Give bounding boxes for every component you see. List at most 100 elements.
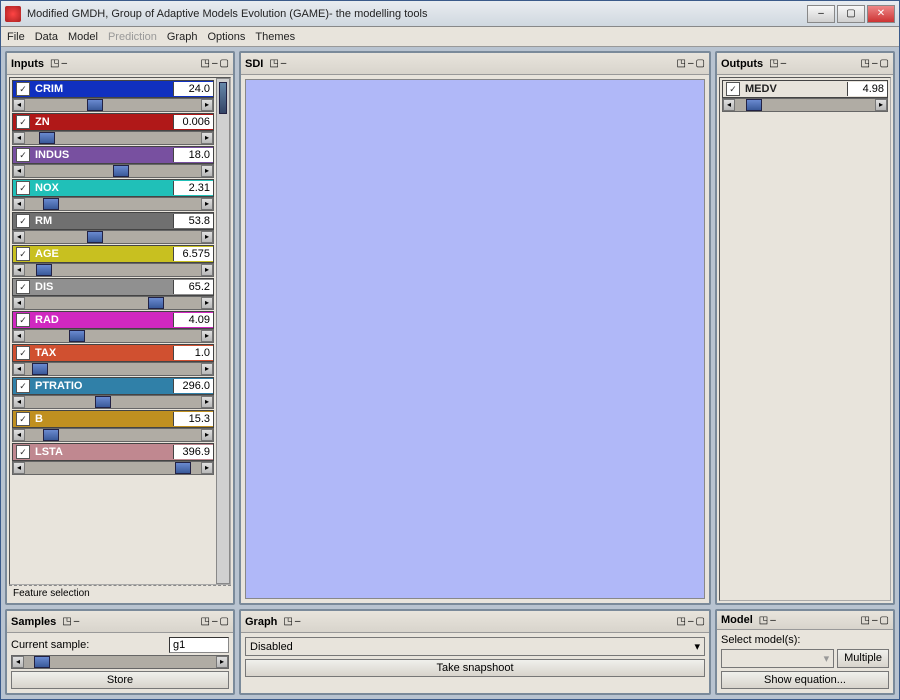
detach-icon[interactable]: ◳	[269, 58, 278, 69]
slider-left-icon[interactable]: ◂	[723, 99, 735, 111]
slider-left-icon[interactable]: ◂	[13, 231, 25, 243]
slider-right-icon[interactable]: ▸	[201, 429, 213, 441]
detach-icon[interactable]: ◳	[283, 616, 292, 627]
input-slider[interactable]: ◂▸	[12, 428, 214, 442]
slider-right-icon[interactable]: ▸	[201, 99, 213, 111]
input-slider[interactable]: ◂▸	[12, 164, 214, 178]
menu-graph[interactable]: Graph	[167, 31, 198, 43]
slider-right-icon[interactable]: ▸	[216, 656, 228, 668]
slider-left-icon[interactable]: ◂	[13, 363, 25, 375]
inputs-scrollbar[interactable]	[216, 78, 230, 584]
maximize-button[interactable]: ▢	[837, 5, 865, 23]
input-slider[interactable]: ◂▸	[12, 461, 214, 475]
input-slider[interactable]: ◂▸	[12, 296, 214, 310]
slider-left-icon[interactable]: ◂	[13, 198, 25, 210]
input-slider[interactable]: ◂▸	[12, 131, 214, 145]
detach-icon[interactable]: ◳	[769, 58, 778, 69]
max-icon[interactable]: ▢	[220, 616, 229, 627]
min-icon[interactable]: –	[74, 616, 80, 627]
max-icon[interactable]: ▢	[696, 58, 705, 69]
slider-right-icon[interactable]: ▸	[201, 330, 213, 342]
detach2-icon[interactable]: ◳	[201, 58, 210, 69]
detach-icon[interactable]: ◳	[62, 616, 71, 627]
checkbox[interactable]: ✓	[16, 115, 30, 129]
slider-right-icon[interactable]: ▸	[201, 165, 213, 177]
max-icon[interactable]: ▢	[880, 615, 889, 626]
menu-options[interactable]: Options	[207, 31, 245, 43]
minimize-button[interactable]: –	[807, 5, 835, 23]
checkbox[interactable]: ✓	[16, 313, 30, 327]
detach2-icon[interactable]: ◳	[201, 616, 210, 627]
menu-model[interactable]: Model	[68, 31, 98, 43]
sdi-canvas[interactable]	[245, 79, 705, 599]
min2-icon[interactable]: –	[212, 616, 218, 627]
menu-data[interactable]: Data	[35, 31, 58, 43]
min-icon[interactable]: –	[781, 58, 787, 69]
slider-right-icon[interactable]: ▸	[201, 264, 213, 276]
checkbox[interactable]: ✓	[16, 445, 30, 459]
slider-left-icon[interactable]: ◂	[12, 656, 24, 668]
slider-right-icon[interactable]: ▸	[201, 396, 213, 408]
input-slider[interactable]: ◂▸	[12, 197, 214, 211]
detach-icon[interactable]: ◳	[50, 58, 59, 69]
detach2-icon[interactable]: ◳	[677, 616, 686, 627]
min2-icon[interactable]: –	[688, 58, 694, 69]
graph-state-combo[interactable]: Disabled ▾	[245, 637, 705, 656]
checkbox[interactable]: ✓	[16, 214, 30, 228]
input-slider[interactable]: ◂▸	[12, 395, 214, 409]
input-slider[interactable]: ◂▸	[12, 230, 214, 244]
detach2-icon[interactable]: ◳	[861, 58, 870, 69]
slider-left-icon[interactable]: ◂	[13, 429, 25, 441]
checkbox[interactable]: ✓	[16, 82, 30, 96]
checkbox[interactable]: ✓	[16, 379, 30, 393]
store-button[interactable]: Store	[11, 671, 229, 689]
max-icon[interactable]: ▢	[220, 58, 229, 69]
slider-right-icon[interactable]: ▸	[201, 297, 213, 309]
input-slider[interactable]: ◂▸	[12, 98, 214, 112]
input-slider[interactable]: ◂▸	[722, 98, 888, 112]
slider-left-icon[interactable]: ◂	[13, 297, 25, 309]
menu-themes[interactable]: Themes	[255, 31, 295, 43]
slider-left-icon[interactable]: ◂	[13, 99, 25, 111]
max-icon[interactable]: ▢	[880, 58, 889, 69]
max-icon[interactable]: ▢	[696, 616, 705, 627]
detach2-icon[interactable]: ◳	[861, 615, 870, 626]
slider-left-icon[interactable]: ◂	[13, 462, 25, 474]
checkbox[interactable]: ✓	[16, 181, 30, 195]
min2-icon[interactable]: –	[872, 615, 878, 626]
min-icon[interactable]: –	[281, 58, 287, 69]
slider-left-icon[interactable]: ◂	[13, 264, 25, 276]
input-slider[interactable]: ◂▸	[12, 329, 214, 343]
checkbox[interactable]: ✓	[16, 280, 30, 294]
current-sample-field[interactable]	[169, 637, 229, 653]
min2-icon[interactable]: –	[212, 58, 218, 69]
model-select-combo[interactable]: ▾	[721, 649, 834, 668]
slider-right-icon[interactable]: ▸	[875, 99, 887, 111]
slider-right-icon[interactable]: ▸	[201, 363, 213, 375]
slider-right-icon[interactable]: ▸	[201, 462, 213, 474]
min-icon[interactable]: –	[61, 58, 67, 69]
checkbox[interactable]: ✓	[16, 148, 30, 162]
close-button[interactable]: ✕	[867, 5, 895, 23]
min-icon[interactable]: –	[295, 616, 301, 627]
checkbox[interactable]: ✓	[16, 412, 30, 426]
detach-icon[interactable]: ◳	[759, 615, 768, 626]
input-slider[interactable]: ◂▸	[12, 362, 214, 376]
show-equation-button[interactable]: Show equation...	[721, 671, 889, 689]
slider-left-icon[interactable]: ◂	[13, 165, 25, 177]
take-snapshot-button[interactable]: Take snapshoot	[245, 659, 705, 677]
slider-right-icon[interactable]: ▸	[201, 231, 213, 243]
menu-file[interactable]: File	[7, 31, 25, 43]
multiple-button[interactable]: Multiple	[837, 649, 889, 668]
slider-left-icon[interactable]: ◂	[13, 330, 25, 342]
min2-icon[interactable]: –	[688, 616, 694, 627]
checkbox[interactable]: ✓	[16, 346, 30, 360]
checkbox[interactable]: ✓	[726, 82, 740, 96]
slider-right-icon[interactable]: ▸	[201, 132, 213, 144]
checkbox[interactable]: ✓	[16, 247, 30, 261]
slider-right-icon[interactable]: ▸	[201, 198, 213, 210]
detach2-icon[interactable]: ◳	[677, 58, 686, 69]
min-icon[interactable]: –	[770, 615, 776, 626]
slider-left-icon[interactable]: ◂	[13, 132, 25, 144]
min2-icon[interactable]: –	[872, 58, 878, 69]
